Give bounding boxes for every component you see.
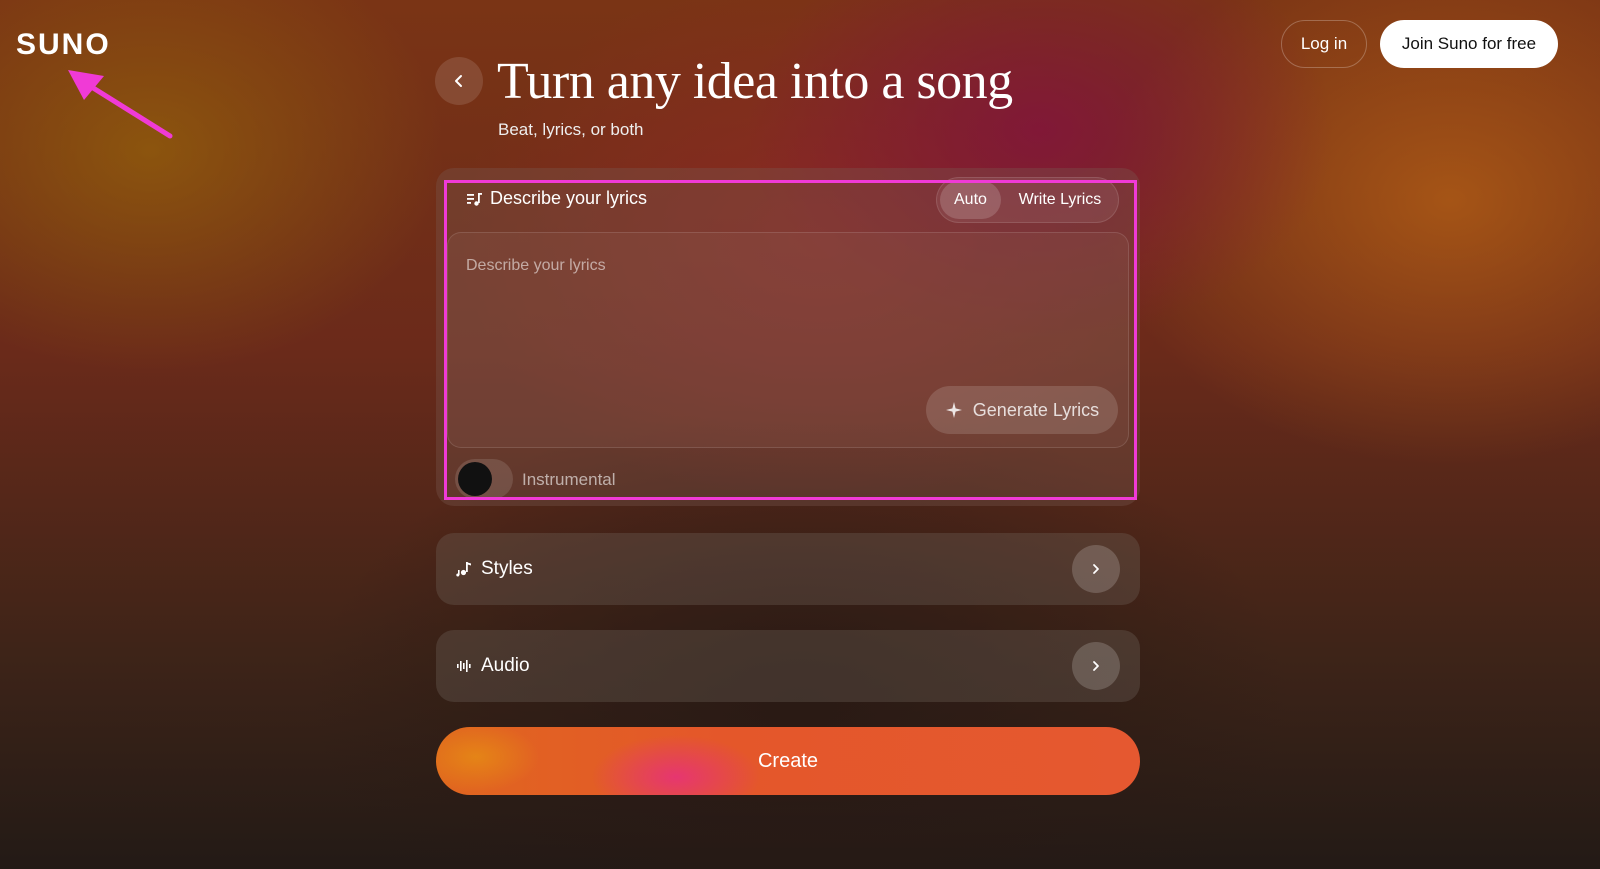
audio-label: Audio (481, 655, 530, 676)
chevron-right-icon (1093, 661, 1099, 671)
page-title: Turn any idea into a song (497, 53, 1013, 110)
styles-expand-button[interactable] (1072, 545, 1120, 593)
join-button[interactable]: Join Suno for free (1380, 20, 1558, 68)
back-button[interactable] (435, 57, 483, 105)
suno-logo[interactable]: SUNO (16, 28, 111, 62)
audio-header: Audio (456, 630, 530, 702)
styles-header: Styles (456, 533, 533, 605)
login-button[interactable]: Log in (1281, 20, 1367, 68)
annotation-arrow (68, 70, 173, 139)
create-button[interactable]: Create (436, 727, 1140, 795)
music-note-icon (456, 562, 471, 577)
annotation-highlight-box (444, 180, 1137, 500)
page-subtitle: Beat, lyrics, or both (498, 120, 644, 139)
waveform-icon (457, 660, 471, 672)
styles-label: Styles (481, 558, 533, 579)
styles-section[interactable]: Styles (436, 533, 1140, 605)
audio-section[interactable]: Audio (436, 630, 1140, 702)
audio-expand-button[interactable] (1072, 642, 1120, 690)
chevron-right-icon (1093, 564, 1099, 574)
chevron-left-icon (455, 75, 462, 87)
